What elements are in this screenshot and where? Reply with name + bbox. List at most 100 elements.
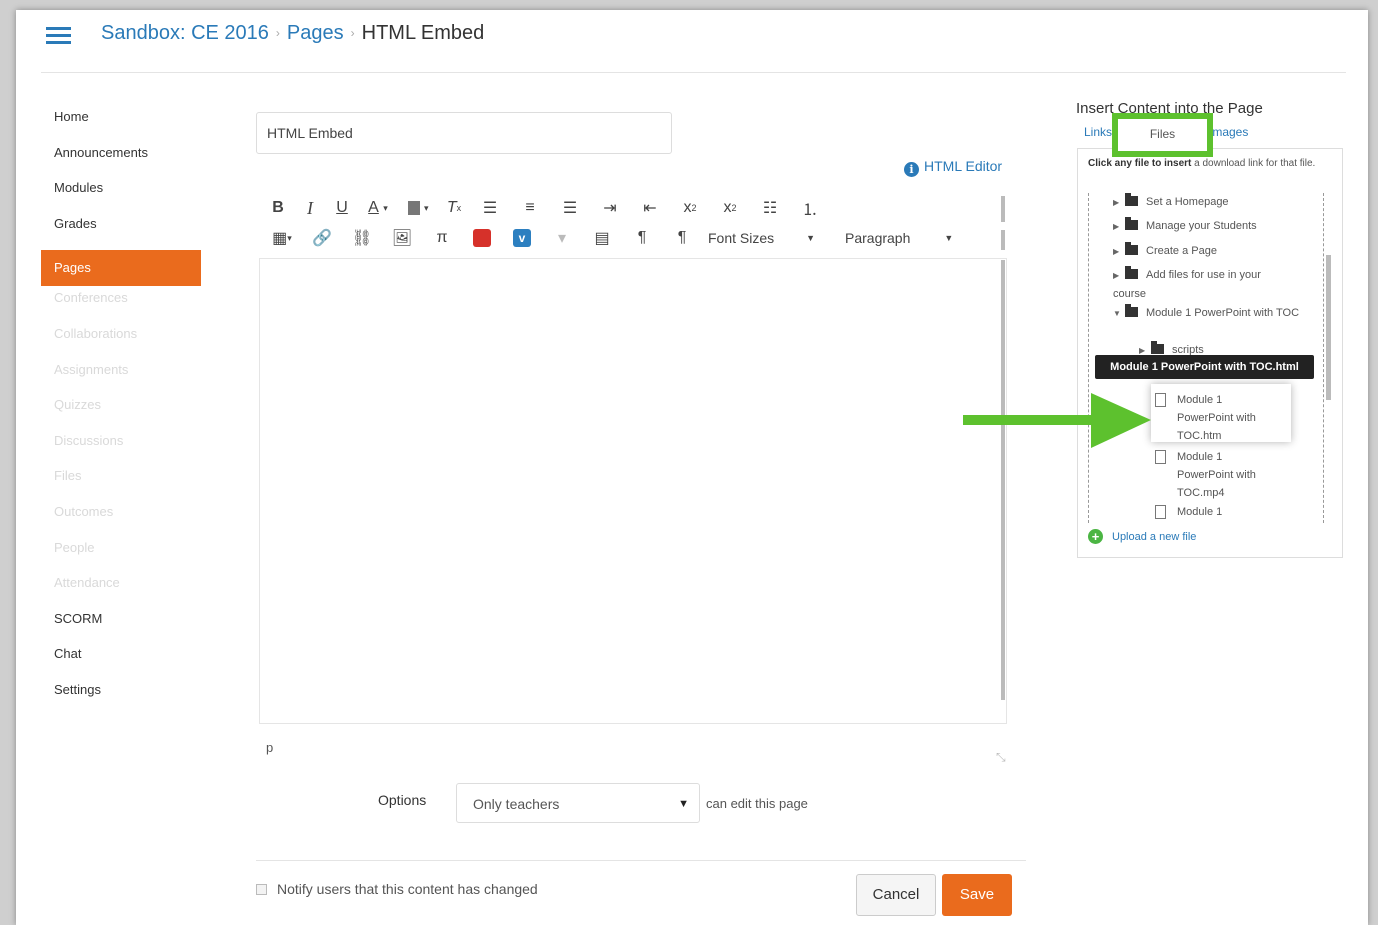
page-title-input[interactable] [256,112,672,154]
file-icon [1155,393,1166,407]
breadcrumb-separator-icon: › [275,26,280,40]
align-right-icon[interactable]: ☰ [550,194,590,222]
sidebar-item-files[interactable]: Files [41,464,201,500]
chevron-down-icon: ▼ [678,798,689,810]
tree-folder[interactable]: ▶ Manage your Students [1113,217,1257,236]
chevron-down-icon: ▼ [944,233,954,243]
rtl-icon[interactable]: ¶ [662,224,702,252]
plus-icon: + [1088,529,1103,544]
breadcrumb-course-link[interactable]: Sandbox: CE 2016 [101,22,269,44]
youtube-icon[interactable] [462,224,502,252]
sidebar-item-scorm[interactable]: SCORM [41,607,201,643]
tree-folder[interactable]: ▶ Create a Page [1113,242,1217,261]
tree-label: Manage your Students [1146,220,1257,232]
tab-files[interactable]: Files [1112,113,1213,157]
font-sizes-label: Font Sizes [708,230,775,246]
save-button[interactable]: Save [942,874,1012,916]
tree-file[interactable]: Module 1 PowerPoint with [1155,503,1265,523]
table-icon[interactable]: ▦ ▾ [262,224,302,252]
sidebar-item-outcomes[interactable]: Outcomes [41,500,201,536]
align-center-icon[interactable]: ≡ [510,194,550,222]
text-color-button[interactable]: A ▾ [358,194,398,222]
upload-new-file-link[interactable]: + Upload a new file [1088,529,1196,544]
background-color-button[interactable]: ▾ [398,194,438,222]
rich-text-editor-area[interactable] [259,258,1007,724]
expand-icon: ▶ [1113,198,1120,207]
editing-roles-value: Only teachers [473,796,560,812]
embed-icon[interactable]: ▤ [582,224,622,252]
equation-icon[interactable]: π [422,224,462,252]
notify-label: Notify users that this content has chang… [277,881,538,897]
sidebar-item-settings[interactable]: Settings [41,678,201,714]
notify-checkbox[interactable] [256,883,267,895]
annotation-arrow-icon [963,393,1151,448]
tree-label: Set a Homepage [1146,196,1229,208]
align-left-icon[interactable]: ☰ [470,194,510,222]
sidebar-item-conferences[interactable]: Conferences [41,286,201,322]
underline-button[interactable]: U [326,194,358,222]
options-label: Options [378,792,427,808]
sidebar-item-people[interactable]: People [41,536,201,572]
breadcrumb-pages-link[interactable]: Pages [287,22,344,44]
sidebar-item-chat[interactable]: Chat [41,642,201,678]
files-hint-rest: a download link for that file. [1191,158,1316,169]
paragraph-dropdown[interactable]: Paragraph ▼ [845,230,953,246]
numbered-list-icon[interactable]: ⒈ [790,194,830,222]
tab-images[interactable]: Images [1209,125,1248,139]
sidebar-item-grades[interactable]: Grades [41,212,201,248]
file-icon [1155,505,1166,519]
tree-folder[interactable]: ▶ Add files for use in your course [1113,266,1293,303]
outdent-icon[interactable]: ⇤ [630,194,670,222]
clear-formatting-button[interactable]: Tx [438,194,470,222]
resize-handle-icon[interactable]: ⤡ [996,750,1006,765]
header-divider [41,72,1346,73]
sidebar-item-assignments[interactable]: Assignments [41,358,201,394]
sidebar-item-collaborations[interactable]: Collaborations [41,322,201,358]
image-icon[interactable]: 🖼 [382,224,422,252]
sidebar-item-modules[interactable]: Modules [41,176,201,212]
tree-folder[interactable]: ▼ Module 1 PowerPoint with TOC [1113,304,1303,323]
superscript-icon[interactable]: x2 [670,194,710,222]
link-icon[interactable]: 🔗 [302,224,342,252]
folder-icon [1125,193,1138,206]
chevron-down-icon: ▼ [806,233,816,243]
sidebar-item-home[interactable]: Home [41,105,201,141]
editor-scrollbar[interactable] [1001,260,1005,700]
expand-icon: ▶ [1113,271,1120,280]
tree-label: Module 1 PowerPoint with TOC.htm [1177,394,1256,442]
media-icon[interactable]: ▾ [542,224,582,252]
tree-label: Module 1 PowerPoint with TOC [1146,307,1300,319]
hamburger-menu-icon[interactable] [46,27,71,45]
vimeo-icon[interactable]: v [502,224,542,252]
app-window: Sandbox: CE 2016 › Pages › HTML Embed Home A… [16,10,1368,925]
tree-label: Module 1 PowerPoint with TOC.mp4 [1177,451,1256,499]
folder-icon [1125,266,1138,279]
bold-button[interactable]: B [262,194,294,222]
sidebar-item-pages[interactable]: Pages [41,250,201,287]
folder-icon [1125,242,1138,255]
tree-file-mp4[interactable]: Module 1 PowerPoint with TOC.mp4 [1155,448,1265,502]
unlink-icon[interactable]: ⛓ [342,224,382,252]
sidebar-item-announcements[interactable]: Announcements [41,141,201,177]
cancel-button[interactable]: Cancel [856,874,936,916]
footer-divider [256,860,1026,861]
file-tree-scrollbar[interactable] [1326,255,1331,400]
sidebar-item-quizzes[interactable]: Quizzes [41,393,201,429]
sidebar-item-attendance[interactable]: Attendance [41,571,201,607]
indent-icon[interactable]: ⇥ [590,194,630,222]
editing-roles-select[interactable]: Only teachers ▼ [456,783,700,823]
notify-row: Notify users that this content has chang… [256,881,538,897]
toolbar-scrollbar[interactable] [1001,196,1005,222]
subscript-icon[interactable]: x2 [710,194,750,222]
tree-file-htm[interactable]: Module 1 PowerPoint with TOC.htm [1155,391,1265,445]
italic-button[interactable]: I [294,194,326,222]
expand-icon: ▶ [1113,222,1120,231]
tree-folder[interactable]: ▶ Set a Homepage [1113,193,1229,212]
ltr-icon[interactable]: ¶ [622,224,662,252]
html-editor-link[interactable]: i HTML Editor [904,158,1002,177]
sidebar-item-discussions[interactable]: Discussions [41,429,201,465]
bullet-list-icon[interactable]: ☷ [750,194,790,222]
tab-links[interactable]: Links [1084,125,1112,139]
font-sizes-dropdown[interactable]: Font Sizes ▼ [708,230,843,246]
toolbar-scrollbar[interactable] [1001,230,1005,250]
